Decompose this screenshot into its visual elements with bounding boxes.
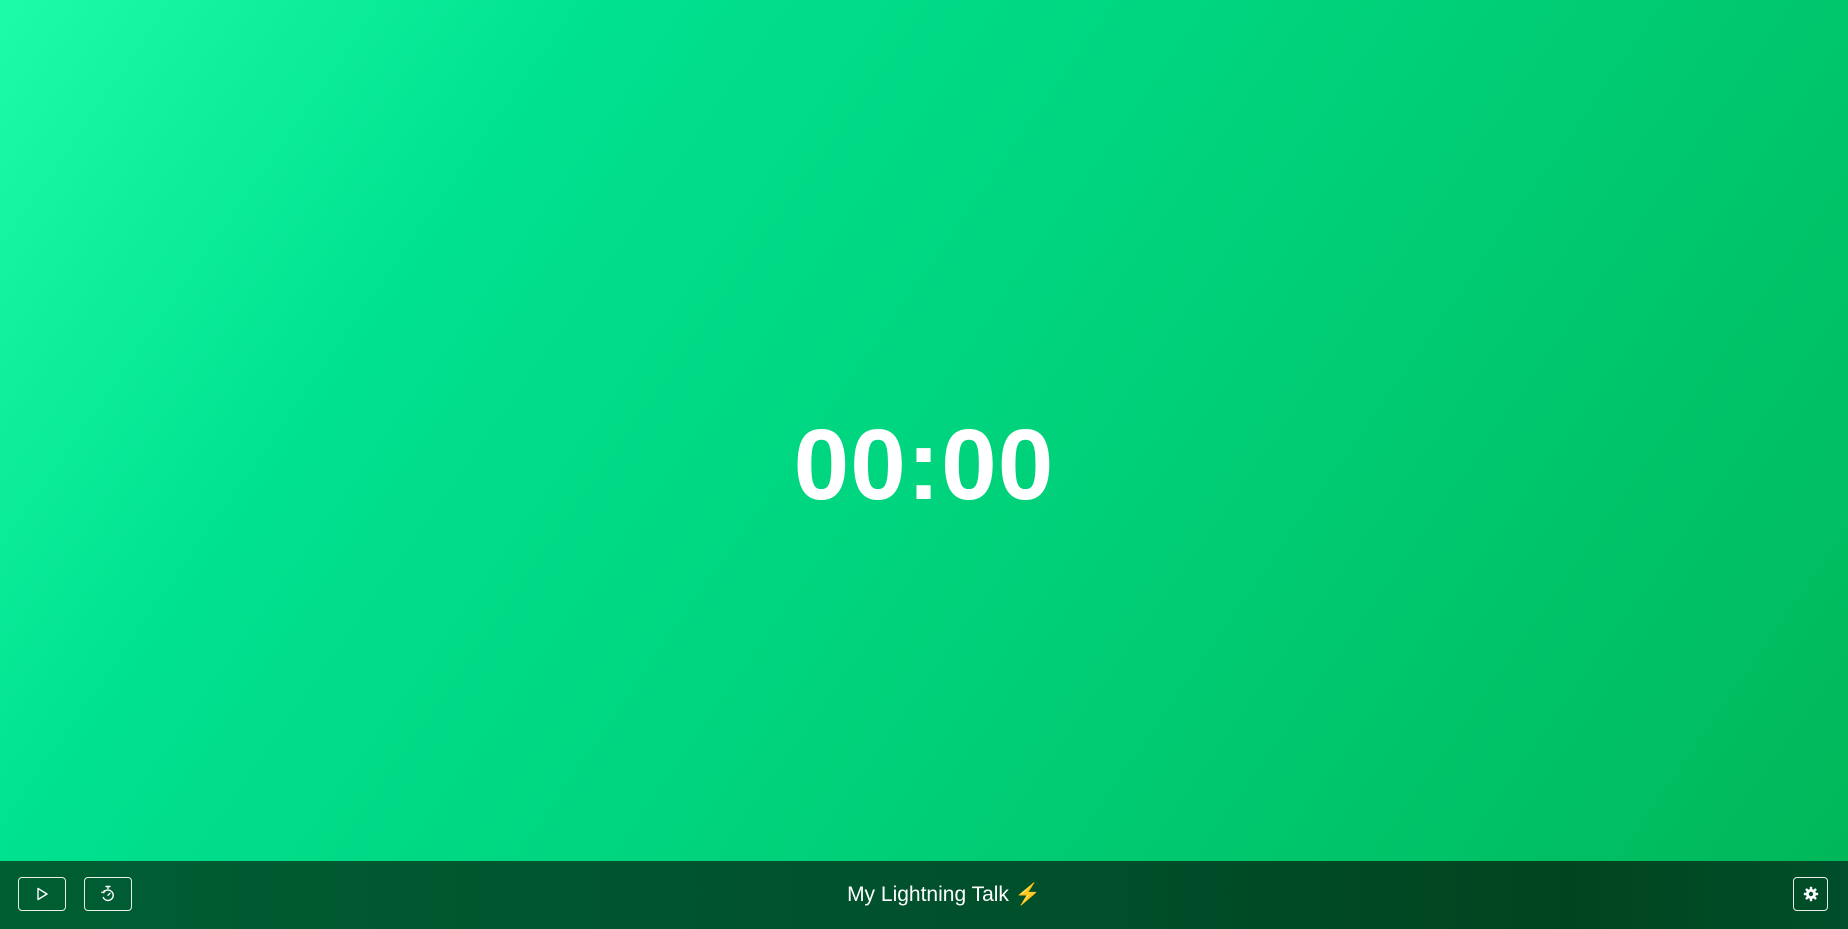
timer-stage: 00:00 (0, 0, 1848, 861)
timer-display: 00:00 (793, 409, 1055, 521)
gear-icon (1803, 886, 1818, 902)
talk-title: My Lightning Talk ⚡ (40, 882, 1848, 908)
talk-title-text: My Lightning Talk (847, 883, 1009, 906)
settings-button[interactable] (1793, 877, 1828, 911)
bottom-toolbar: My Lightning Talk ⚡ (0, 861, 1848, 929)
lightning-icon: ⚡ (1014, 883, 1041, 906)
